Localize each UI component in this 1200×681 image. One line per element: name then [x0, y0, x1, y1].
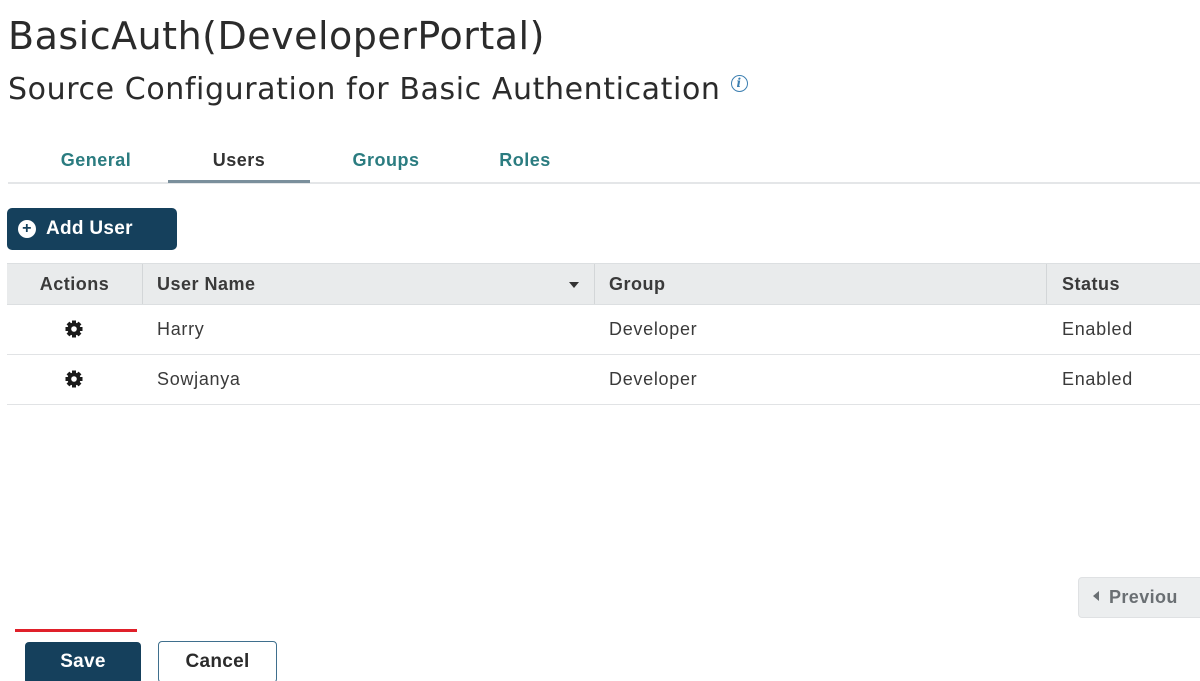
save-button[interactable]: Save [25, 642, 141, 681]
cancel-button[interactable]: Cancel [158, 641, 277, 681]
page-subtitle: Source Configuration for Basic Authentic… [8, 70, 748, 110]
column-divider [594, 264, 595, 304]
status-cell: Enabled [1062, 319, 1133, 339]
users-table: Actions User Name Group Status Harry Dev… [7, 263, 1200, 405]
column-divider [1046, 264, 1047, 304]
subtitle-text: Source Configuration for Basic Authentic… [8, 72, 721, 107]
tab-users[interactable]: Users [168, 140, 310, 183]
add-user-button[interactable]: + Add User [7, 208, 177, 250]
previous-page-button[interactable]: Previou [1078, 577, 1200, 618]
tab-bar: General Users Groups Roles [8, 140, 1200, 184]
group-cell: Developer [609, 319, 698, 339]
highlight-underline [15, 629, 137, 632]
column-header-actions: Actions [39, 274, 110, 294]
table-row: Sowjanya Developer Enabled [7, 355, 1200, 405]
row-actions-cell [7, 355, 142, 404]
table-header: Actions User Name Group Status [7, 263, 1200, 305]
column-divider [142, 264, 143, 304]
plus-circle-icon: + [18, 220, 36, 238]
row-actions-cell [7, 305, 142, 354]
column-header-group[interactable]: Group [609, 264, 1039, 304]
user-name-cell: Harry [157, 319, 205, 339]
table-row: Harry Developer Enabled [7, 305, 1200, 355]
info-icon[interactable]: i [730, 74, 748, 92]
column-header-user-name[interactable]: User Name [157, 264, 587, 304]
gear-icon[interactable] [64, 369, 84, 389]
group-cell: Developer [609, 369, 698, 389]
page: BasicAuth(DeveloperPortal) Source Config… [0, 0, 1200, 681]
user-name-cell: Sowjanya [157, 369, 241, 389]
tab-general[interactable]: General [46, 140, 146, 180]
previous-label: Previou [1109, 587, 1178, 607]
gear-icon[interactable] [64, 319, 84, 339]
column-header-status[interactable]: Status [1062, 264, 1200, 304]
tab-roles[interactable]: Roles [484, 140, 566, 180]
page-title: BasicAuth(DeveloperPortal) [8, 14, 545, 58]
sort-caret-down-icon[interactable] [569, 282, 579, 288]
tab-groups[interactable]: Groups [331, 140, 441, 180]
status-cell: Enabled [1062, 369, 1133, 389]
add-user-label: Add User [46, 218, 133, 239]
caret-left-icon [1093, 591, 1099, 602]
